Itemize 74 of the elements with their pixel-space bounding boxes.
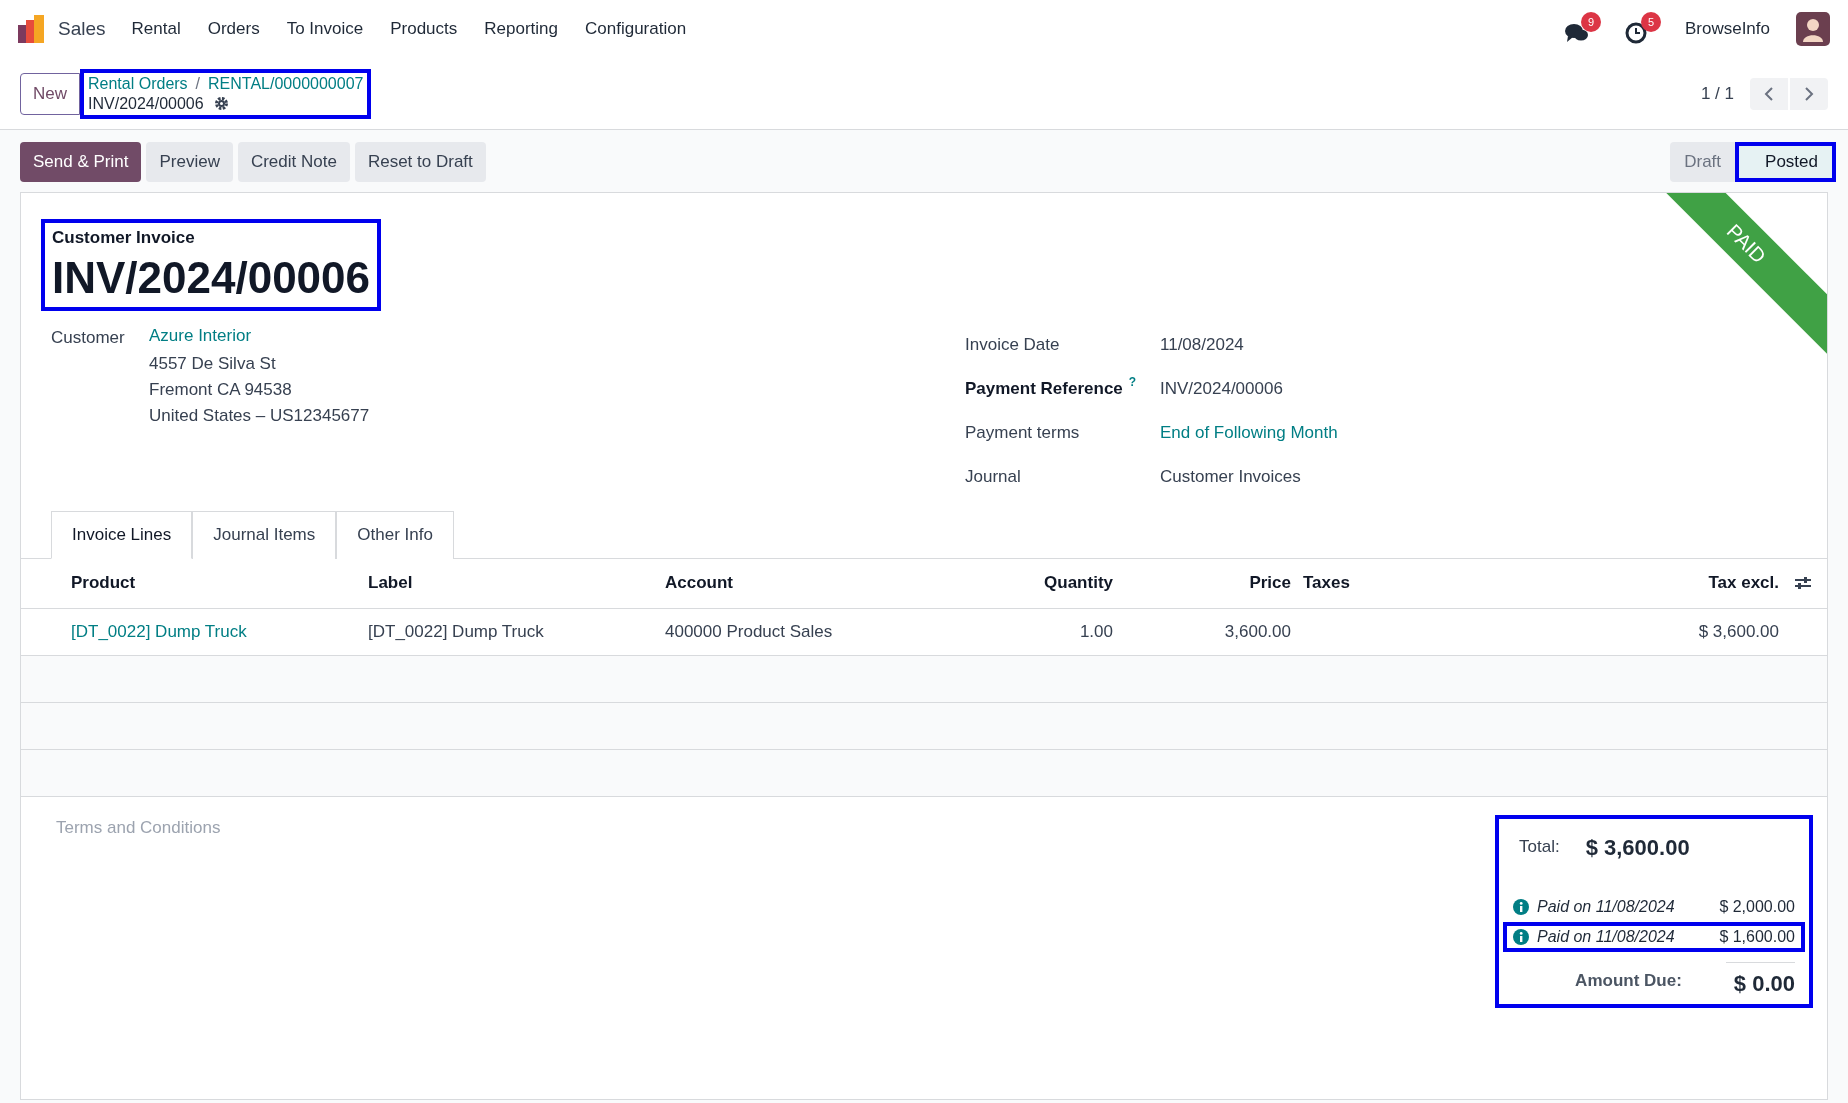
count-badge: 5 (1640, 12, 1661, 32)
count-badge: 9 (1580, 12, 1601, 32)
field-label: Invoice Date (965, 333, 1060, 356)
column-header[interactable]: Account (665, 570, 961, 596)
tab[interactable]: Journal Items (192, 510, 337, 559)
payment-label: Paid on 11/08/2024 (1537, 926, 1675, 947)
record-name: INV/2024/00006 (88, 93, 204, 114)
field-value: Customer Invoices (1160, 465, 1301, 488)
menu-item[interactable]: Products (390, 16, 458, 42)
chevron-left-icon[interactable] (1764, 85, 1774, 102)
field-value: INV/2024/00006 (1160, 377, 1283, 400)
column-settings-icon[interactable] (1794, 575, 1812, 591)
amount-due-value: $ 0.00 (1725, 961, 1795, 1000)
settings-icon[interactable] (213, 96, 229, 111)
address-line: Fremont CA 94538 (149, 378, 293, 401)
menu-item[interactable]: Configuration (585, 16, 687, 42)
avatar[interactable] (1796, 12, 1830, 46)
next-button[interactable] (1790, 77, 1828, 110)
table-cell-text: 3,600.00 (1223, 620, 1291, 643)
column-header[interactable]: Product (71, 570, 368, 596)
status-step[interactable]: Draft (1670, 142, 1736, 182)
column-header[interactable]: Tax excl. (1501, 570, 1779, 596)
table-cell-text: 1.00 (1078, 620, 1113, 643)
action-button[interactable]: Preview (146, 142, 233, 182)
customer-link[interactable]: Azure Interior (149, 322, 370, 349)
table-cell-text: [DT_0022] Dump Truck (368, 620, 545, 643)
menu-item[interactable]: Orders (207, 16, 260, 42)
field-value: 11/08/2024 (1160, 333, 1244, 356)
new-button[interactable]: New (20, 72, 80, 115)
menu-item[interactable]: Reporting (484, 16, 558, 42)
field-label: Payment terms (965, 421, 1080, 444)
previous-button[interactable] (1750, 77, 1788, 110)
payment-amount: $ 1,600.00 (1719, 926, 1795, 947)
action-button[interactable]: Credit Note (237, 142, 350, 182)
pager-value[interactable]: 1 / 1 (1700, 80, 1734, 107)
help-mark[interactable]: ? (1128, 375, 1137, 388)
breadcrumb-link[interactable]: Rental Orders (88, 73, 188, 94)
chevron-right-icon[interactable] (1804, 85, 1814, 102)
product-link[interactable]: [DT_0022] Dump Truck (71, 618, 368, 645)
tab[interactable]: Other Info (336, 510, 454, 559)
app-name[interactable]: Sales (58, 14, 106, 44)
column-header[interactable]: Taxes (1291, 570, 1501, 596)
menu-item[interactable]: Rental (131, 16, 181, 42)
status-step[interactable]: Posted (1735, 142, 1836, 182)
payment-label: Paid on 11/08/2024 (1537, 896, 1675, 917)
total-label: Total: (1519, 836, 1560, 859)
column-header[interactable]: Price (1113, 570, 1291, 596)
tab[interactable]: Invoice Lines (51, 510, 193, 559)
document-type: Customer Invoice (52, 227, 196, 249)
address-line: 4557 De Silva St (149, 352, 277, 375)
field-label: Customer (51, 326, 126, 349)
chat-icon[interactable] (1564, 22, 1589, 44)
table-cell-text: $ 3,600.00 (1697, 620, 1779, 643)
breadcrumb-link[interactable]: RENTAL/0000000007 (208, 73, 364, 94)
field-label: Journal (965, 465, 1021, 488)
user-name[interactable]: BrowseInfo (1684, 16, 1770, 42)
menu-item[interactable]: To Invoice (286, 16, 364, 42)
column-header[interactable]: Label (368, 570, 665, 596)
breadcrumb-separator: / (195, 73, 201, 94)
info-icon[interactable] (1513, 898, 1529, 915)
action-button[interactable]: Reset to Draft (354, 142, 486, 182)
payment-amount: $ 2,000.00 (1719, 896, 1795, 917)
action-button[interactable]: Send & Print (20, 142, 142, 182)
amount-due-label: Amount Due: (1575, 970, 1682, 992)
column-header[interactable]: Quantity (961, 570, 1113, 596)
table-cell-text: 400000 Product Sales (665, 620, 834, 643)
field-label: Payment Reference (965, 377, 1123, 400)
address-line: United States – US12345677 (149, 404, 370, 427)
clock-icon[interactable] (1624, 22, 1649, 44)
invoice-number: INV/2024/00006 (52, 251, 371, 304)
app-logo-icon[interactable] (18, 15, 46, 43)
field-link[interactable]: End of Following Month (1160, 419, 1338, 446)
info-icon[interactable] (1513, 928, 1529, 945)
total-amount: $ 3,600.00 (1585, 833, 1690, 862)
